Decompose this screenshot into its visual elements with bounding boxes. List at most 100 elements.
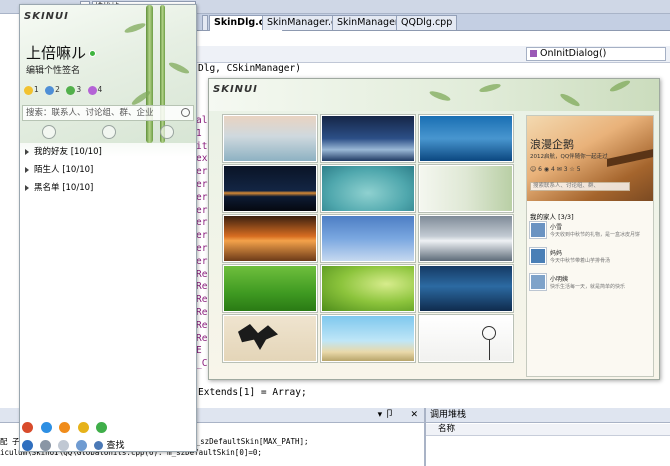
method-icon <box>530 50 537 57</box>
editor-tabbar: SkinDlg.cpp SkinManager.cpp SkinManager.… <box>196 14 670 31</box>
close-icon[interactable]: ✕ <box>410 408 418 422</box>
skin-thumbnail-girl-field[interactable] <box>320 314 416 363</box>
code-gutter-text: er <box>196 217 208 229</box>
pin-icon[interactable]: ▾ 卩 <box>378 408 394 422</box>
contact-group-list: 我的好友 [10/10] 陌生人 [10/10] 黑名单 [10/10] <box>20 143 196 197</box>
leaf-decoration <box>428 89 452 103</box>
contact-signature: 快乐生活每一天，就是简单的快乐 <box>550 284 626 290</box>
leaf-decoration <box>558 91 582 109</box>
preview-contact: 妈妈 今天中秋节带着山芋排骨汤 <box>529 247 652 269</box>
editor-navigation-bar: OnInitDialog() <box>196 46 670 63</box>
method-combo-label: OnInitDialog() <box>540 48 607 59</box>
search-icon[interactable] <box>181 108 190 117</box>
group-strangers[interactable]: 陌生人 [10/10] <box>20 161 196 179</box>
code-gutter-text: 1 <box>196 127 202 139</box>
preview-group-title: 我的家人 [3/3] <box>530 213 574 221</box>
preview-contact: 小明姨 快乐生活每一天，就是简单的快乐 <box>529 273 652 295</box>
music-icon[interactable] <box>59 421 70 433</box>
group-blacklist[interactable]: 黑名单 [10/10] <box>20 179 196 197</box>
code-gutter-text: it <box>196 140 208 152</box>
leaf-decoration <box>608 79 632 94</box>
group-label: 黑名单 [10/10] <box>34 183 94 193</box>
friends-icon <box>66 85 76 95</box>
skin-thumbnail-city-night[interactable] <box>222 164 318 213</box>
qq-badges: 1 2 3 4 <box>24 85 106 97</box>
code-gutter-text: _C <box>196 358 208 370</box>
skin-thumbnail-green-leaf[interactable] <box>320 264 416 313</box>
code-gutter-text: Re <box>196 332 208 344</box>
avatar <box>529 247 547 265</box>
tab-scroll-left-icon[interactable] <box>202 15 208 30</box>
skin-thumbnail-beach[interactable] <box>222 114 318 163</box>
qq-logo: SKINUI <box>24 11 69 22</box>
expand-arrow-icon <box>25 166 29 173</box>
skin-thumbnail-deep-blue[interactable] <box>418 264 514 313</box>
skin-thumbnail-misty-sea[interactable] <box>418 214 514 263</box>
tab-recent-icon[interactable] <box>160 125 174 139</box>
preview-contact: 小雪 今天收到中秋节的礼物，是一盒冰皮月饼 <box>529 221 652 243</box>
skin-window: SKINUI 浪漫企鹅 2012启航，QQ伴随你一起走过 ☺ 6 ◉ 4 ✉ 3… <box>208 78 660 380</box>
code-gutter-text: er <box>196 243 208 254</box>
contact-signature: 今天中秋节带着山芋排骨汤 <box>550 258 611 264</box>
find-label: 查找 <box>106 441 125 451</box>
qq-nickname[interactable]: 上倍嘛ル <box>26 42 97 63</box>
contact-name: 妈妈 <box>550 250 563 257</box>
nickname-text: 上倍嘛ル <box>26 44 87 62</box>
qq-tab-bar <box>20 123 196 143</box>
game-icon[interactable] <box>77 421 89 433</box>
app-shortcut-bar <box>22 420 111 434</box>
contact-name: 小明姨 <box>550 276 569 283</box>
online-status-icon[interactable] <box>89 50 97 57</box>
qq-zone-icon[interactable] <box>22 421 33 433</box>
tab-qqdlg-cpp[interactable]: QQDlg.cpp <box>396 15 458 30</box>
badge-friends[interactable]: 3 <box>66 85 81 95</box>
contact-signature: 今天收到中秋节的礼物，是一盒冰皮月饼 <box>550 232 641 238</box>
skin-thumbnail-sketch[interactable] <box>418 314 514 363</box>
skin-thumbnail-sunset[interactable] <box>222 214 318 263</box>
call-stack-column-header[interactable]: 名称 <box>426 424 670 436</box>
settings-icon[interactable] <box>39 440 51 451</box>
code-line: Extends[1] = Array; <box>198 387 307 398</box>
message-icon[interactable] <box>75 440 87 451</box>
badge-star[interactable]: 1 <box>24 85 39 95</box>
diamond-icon <box>87 85 97 95</box>
search-icon <box>93 441 103 450</box>
search-placeholder: 搜索：联系人、讨论组、群、企业 <box>26 108 154 118</box>
pier-decoration <box>607 149 653 167</box>
skin-thumbnail-dandelion[interactable] <box>320 214 416 263</box>
skin-header: SKINUI <box>209 79 659 111</box>
avatar <box>529 221 547 239</box>
avatar <box>529 273 547 291</box>
code-gutter-text: er <box>196 166 208 178</box>
main-menu-icon[interactable] <box>22 440 33 451</box>
call-stack-title: 调用堆栈 <box>430 410 467 420</box>
skin-thumbnail-bamboo[interactable] <box>418 164 514 213</box>
tab-groups-icon[interactable] <box>102 125 116 139</box>
code-gutter-text: Re <box>196 268 208 280</box>
skin-thumbnail-ink-art[interactable] <box>222 314 318 363</box>
qq-signature[interactable]: 编辑个性签名 <box>26 63 80 76</box>
play-icon[interactable] <box>96 421 107 433</box>
badge-chat[interactable]: 2 <box>45 85 60 95</box>
skin-thumbnail-grass[interactable] <box>222 264 318 313</box>
badge-count: 2 <box>55 85 60 94</box>
expand-arrow-icon <box>25 184 29 191</box>
dandelion-sketch <box>482 326 496 340</box>
skin-thumbnail-blue-ocean[interactable] <box>418 114 514 163</box>
find-button[interactable]: 查找 <box>93 441 125 451</box>
browser-icon[interactable] <box>40 421 52 433</box>
badge-diamond[interactable]: 4 <box>87 85 102 95</box>
skin-thumbnail-night-sea[interactable] <box>320 114 416 163</box>
tab-contacts-icon[interactable] <box>42 125 56 139</box>
code-line: Dlg, CSkinManager) <box>198 63 301 74</box>
sound-icon[interactable] <box>57 440 69 451</box>
skin-thumbnail-teal[interactable] <box>320 164 416 213</box>
preview-badges: ☺ 6 ◉ 4 ✉ 3 ☆ 5 <box>530 166 581 173</box>
group-my-friends[interactable]: 我的好友 [10/10] <box>20 143 196 161</box>
bottom-toolbar: 查找 <box>22 438 125 452</box>
qq-main-panel: SKINUI 上倍嘛ル 编辑个性签名 1 2 3 4 搜索：联系人、讨论组、群、… <box>19 4 197 452</box>
dandelion-stem <box>489 340 490 360</box>
preview-nickname: 浪漫企鹅 <box>530 138 574 151</box>
method-combo[interactable]: OnInitDialog() <box>526 47 666 61</box>
qq-search-input[interactable]: 搜索：联系人、讨论组、群、企业 <box>22 105 194 121</box>
